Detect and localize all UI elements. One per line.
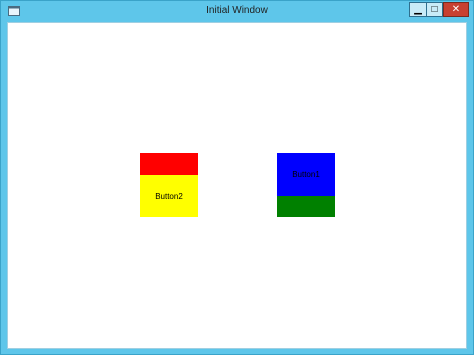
maximize-button[interactable]: □ xyxy=(426,2,443,17)
minimize-button[interactable]: ▁ xyxy=(409,2,426,17)
close-icon: ✕ xyxy=(451,4,461,15)
client-area: Button2 Button1 xyxy=(7,22,467,349)
maximize-icon: □ xyxy=(431,4,438,15)
app-window: Initial Window ▁ □ ✕ Button2 Button1 xyxy=(0,0,474,355)
red-button[interactable] xyxy=(140,153,198,175)
button1[interactable]: Button1 xyxy=(277,153,335,196)
button2[interactable]: Button2 xyxy=(140,175,198,217)
close-button[interactable]: ✕ xyxy=(443,2,469,17)
window-title: Initial Window xyxy=(206,5,268,16)
green-button[interactable] xyxy=(277,196,335,217)
minimize-icon: ▁ xyxy=(414,4,422,15)
title-bar[interactable]: Initial Window ▁ □ ✕ xyxy=(1,1,473,22)
